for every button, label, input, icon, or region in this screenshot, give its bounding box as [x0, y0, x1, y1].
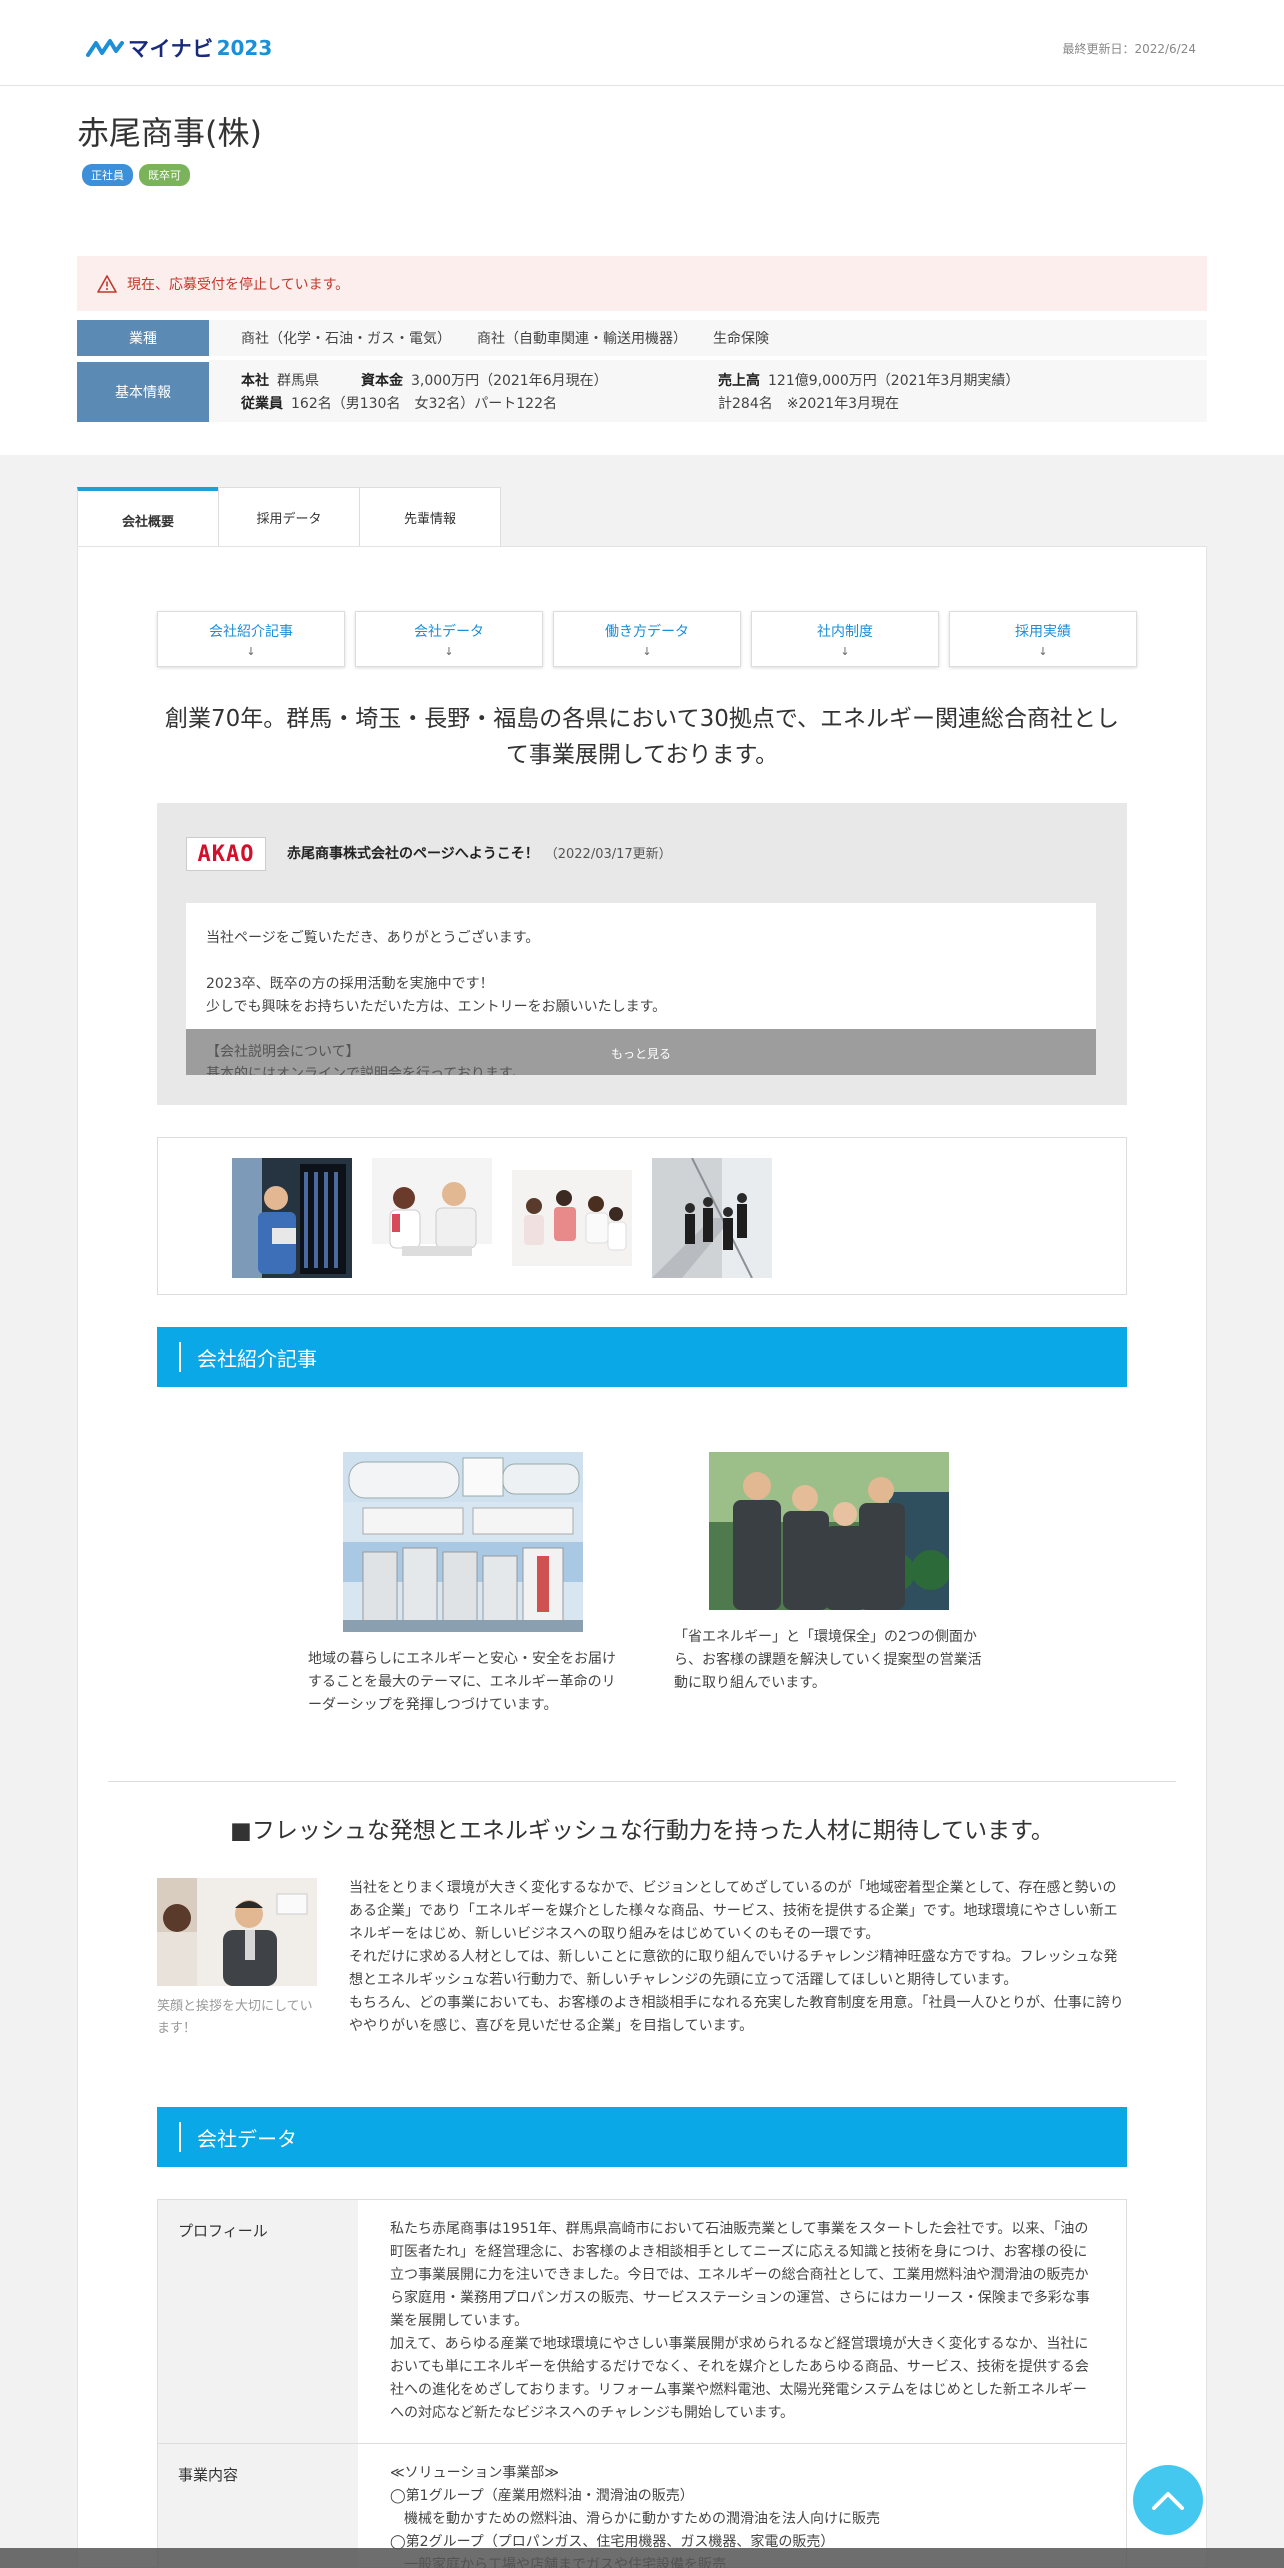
anchor-company-data[interactable]: 会社データ ↓ [355, 611, 543, 667]
catch-copy: 創業70年。群馬・埼玉・長野・福島の各県において30拠点で、エネルギー関連総合商… [165, 706, 1119, 768]
company-summary: 赤尾商事(株) 正社員 既卒可 現在、応募受付を停止しています。 業種 商社（化… [0, 86, 1284, 455]
article-photo-staff [709, 1452, 951, 1610]
tab-senior-info[interactable]: 先輩情報 [359, 487, 501, 547]
section-heading-company-data: 会社データ [157, 2107, 1127, 2167]
gallery-photo[interactable] [512, 1170, 632, 1266]
arrow-down-icon: ↓ [246, 644, 256, 658]
section-heading-intro: 会社紹介記事 [157, 1327, 1127, 1387]
read-more-button[interactable]: 【会社説明会について】 基本的にはオンラインで説明会を行っております。 もっと見… [186, 1029, 1096, 1075]
mynavi-logo[interactable]: マイナビ 2023 [86, 34, 272, 62]
photo-gallery [157, 1137, 1127, 1295]
company-name: 赤尾商事(株) [77, 114, 262, 152]
basic-info-label: 基本情報 [77, 360, 209, 422]
intro-article-2[interactable]: 「省エネルギー」と「環境保全」の2つの側面から、お客様の課題を解決していく提案型… [674, 1452, 984, 1695]
welcome-title: 赤尾商事株式会社のページへようこそ！ （2022/03/17更新） [287, 846, 672, 862]
company-data-table: プロフィール 私たち赤尾商事は1951年、群馬県高崎市において石油販売業として事… [157, 2199, 1127, 2568]
row-label: プロフィール [158, 2200, 358, 2443]
notice-text: 現在、応募受付を停止しています。 [127, 276, 350, 293]
industry-row: 業種 商社（化学・石油・ガス・電気） 商社（自動車関連・輸送用機器） 生命保険 [77, 320, 1207, 358]
site-header: マイナビ 2023 最終更新日：2022/6/24 [0, 0, 1284, 86]
industry-label: 業種 [77, 320, 209, 356]
capital-info: 資本金 3,000万円（2021年6月現在） [361, 373, 608, 389]
bottom-bar [0, 2548, 1284, 2568]
page-tabs: 会社概要 採用データ 先輩情報 [77, 487, 501, 549]
article-text: 「省エネルギー」と「環境保全」の2つの側面から、お客様の課題を解決していく提案型… [674, 1629, 982, 1691]
industry-item: 商社（化学・石油・ガス・電気） [241, 331, 451, 347]
arrow-down-icon: ↓ [642, 644, 652, 658]
row-value: 私たち赤尾商事は1951年、群馬県高崎市において石油販売業として事業をスタートし… [390, 2221, 1090, 2421]
message-heading: ■フレッシュな発想とエネルギッシュな行動力を持った人材に期待しています。 [230, 1818, 1054, 1844]
basic-info-values: 本社 群馬県 資本金 3,000万円（2021年6月現在） 売上高 121億9,000… [209, 360, 1207, 422]
arrow-down-icon: ↓ [840, 644, 850, 658]
arrow-down-icon: ↓ [444, 644, 454, 658]
anchor-hiring-record[interactable]: 採用実績 ↓ [949, 611, 1137, 667]
last-updated: 最終更新日：2022/6/24 [1062, 42, 1196, 56]
sales-info: 売上高 121億9,000万円（2021年3月期実績） [718, 373, 1020, 389]
table-row: プロフィール 私たち赤尾商事は1951年、群馬県高崎市において石油販売業として事… [158, 2200, 1126, 2444]
logo-text: マイナビ [128, 37, 214, 61]
gallery-photo[interactable] [372, 1158, 492, 1278]
hq-info: 本社 群馬県 [241, 373, 319, 389]
anchor-work-style[interactable]: 働き方データ ↓ [553, 611, 741, 667]
welcome-message: 当社ページをご覧いただき、ありがとうございます。 2023卒、既卒の方の採用活動… [186, 903, 1096, 1075]
industry-values: 商社（化学・石油・ガス・電気） 商社（自動車関連・輸送用機器） 生命保険 [209, 320, 769, 356]
read-more-label: もっと見る [610, 1047, 671, 1061]
employees-total: 計284名 ※2021年3月現在 [718, 396, 899, 412]
message-photo-caption: 笑顔と挨拶を大切にしています！ [157, 1999, 313, 2036]
employees-info: 従業員 162名（男130名 女32名）パート122名 [241, 396, 557, 412]
tab-recruit-data[interactable]: 採用データ [218, 487, 360, 547]
message-photo [157, 1878, 317, 1986]
gallery-photo[interactable] [652, 1158, 772, 1278]
back-to-top-button[interactable] [1133, 2465, 1203, 2535]
basic-info-row: 基本情報 本社 群馬県 資本金 3,000万円（2021年6月現在） 売上高 121億… [77, 360, 1207, 422]
section-divider [108, 1781, 1176, 1782]
akao-logo: AKAO [186, 837, 266, 871]
intro-article-1[interactable]: 地域の暮らしにエネルギーと安心・安全をお届けすることを最大のテーマに、エネルギー… [308, 1452, 618, 1717]
mynavi-logo-icon [86, 39, 124, 57]
employment-tags: 正社員 既卒可 [82, 164, 190, 186]
main-content: 会社紹介記事 ↓ 会社データ ↓ 働き方データ ↓ 社内制度 ↓ 採用実績 ↓ 創業70年… [77, 546, 1207, 2568]
anchor-internal-system[interactable]: 社内制度 ↓ [751, 611, 939, 667]
welcome-box: AKAO 赤尾商事株式会社のページへようこそ！ （2022/03/17更新） 当社… [157, 803, 1127, 1105]
welcome-body: 当社ページをご覧いただき、ありがとうございます。 2023卒、既卒の方の採用活動… [206, 930, 667, 1015]
message-body: 当社をとりまく環境が大きく変化するなかで、ビジョンとしてめざしているのが「地域密… [349, 1880, 1124, 2034]
gallery-photo[interactable] [232, 1158, 352, 1278]
anchor-intro-article[interactable]: 会社紹介記事 ↓ [157, 611, 345, 667]
logo-year: 2023 [216, 36, 273, 60]
article-text: 地域の暮らしにエネルギーと安心・安全をお届けすることを最大のテーマに、エネルギー… [308, 1651, 616, 1713]
chevron-up-icon [1152, 2492, 1184, 2510]
anchor-nav: 会社紹介記事 ↓ 会社データ ↓ 働き方データ ↓ 社内制度 ↓ 採用実績 ↓ [157, 611, 1137, 667]
tag-graduates-ok: 既卒可 [139, 164, 190, 186]
tag-fulltime: 正社員 [82, 164, 133, 186]
arrow-down-icon: ↓ [1038, 644, 1048, 658]
tab-company-overview[interactable]: 会社概要 [77, 487, 219, 549]
industry-item: 生命保険 [713, 331, 769, 347]
industry-item: 商社（自動車関連・輸送用機器） [477, 331, 687, 347]
application-closed-notice: 現在、応募受付を停止しています。 [77, 256, 1207, 311]
warning-icon [97, 274, 117, 293]
article-photo-tanks [343, 1452, 583, 1632]
